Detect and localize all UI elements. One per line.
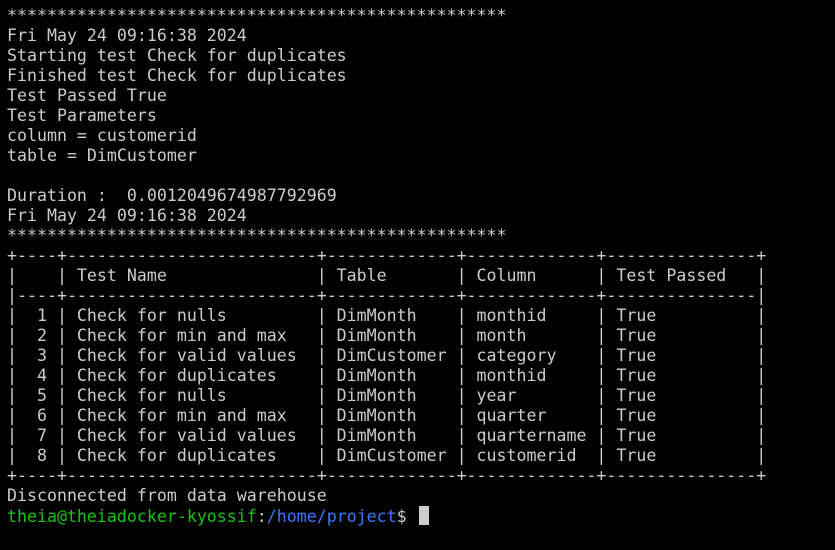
table-row: | 1 | Check for nulls | DimMonth | month… — [7, 306, 767, 325]
table-row: | 8 | Check for duplicates | DimCustomer… — [7, 446, 767, 465]
prompt-path: /home/project — [266, 507, 397, 526]
text-cursor[interactable] — [418, 506, 429, 525]
table-header-row: | | Test Name | Table | Column | Test Pa… — [7, 266, 767, 285]
log-line: Starting test Check for duplicates — [7, 46, 347, 65]
shell-prompt[interactable]: theia@theiadocker-kyossif:/home/project$ — [7, 506, 835, 526]
table-border-bottom: +----+-------------------------+--------… — [7, 466, 767, 485]
status-line: Disconnected from data warehouse — [7, 486, 327, 505]
separator-line: ****************************************… — [7, 226, 507, 245]
prompt-symbol: $ — [396, 507, 417, 526]
table-row: | 4 | Check for duplicates | DimMonth | … — [7, 366, 767, 385]
log-line: Finished test Check for duplicates — [7, 66, 347, 85]
log-line: Test Parameters — [7, 106, 157, 125]
table-row: | 5 | Check for nulls | DimMonth | year … — [7, 386, 767, 405]
log-line: table = DimCustomer — [7, 146, 197, 165]
timestamp-line: Fri May 24 09:16:38 2024 — [7, 26, 247, 45]
timestamp-line: Fri May 24 09:16:38 2024 — [7, 206, 247, 225]
prompt-separator: : — [256, 507, 267, 526]
table-row: | 7 | Check for valid values | DimMonth … — [7, 426, 767, 445]
table-row: | 3 | Check for valid values | DimCustom… — [7, 346, 767, 365]
table-header-divider: |----+-------------------------+--------… — [7, 286, 767, 305]
log-line: column = customerid — [7, 126, 197, 145]
table-border-top: +----+-------------------------+--------… — [7, 246, 767, 265]
table-row: | 6 | Check for min and max | DimMonth |… — [7, 406, 767, 425]
log-line: Test Passed True — [7, 86, 167, 105]
table-row: | 2 | Check for min and max | DimMonth |… — [7, 326, 767, 345]
separator-line: ****************************************… — [7, 6, 507, 25]
terminal-window[interactable]: ****************************************… — [0, 0, 835, 550]
prompt-user-host: theia@theiadocker-kyossif — [7, 507, 257, 526]
duration-line: Duration : 0.0012049674987792969 — [7, 186, 337, 205]
